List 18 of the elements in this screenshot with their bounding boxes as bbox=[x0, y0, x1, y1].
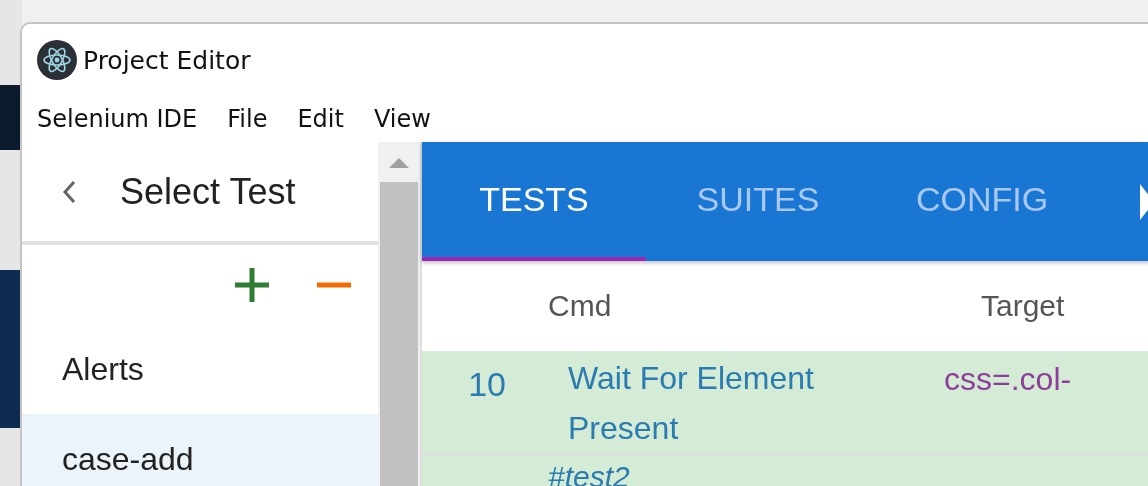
sidebar-title: Select Test bbox=[120, 170, 296, 213]
target-cell-text: css=.col- bbox=[944, 360, 1072, 398]
test-list-item[interactable]: case-add bbox=[22, 414, 378, 486]
column-header: Cmd bbox=[548, 289, 613, 323]
back-icon[interactable] bbox=[62, 179, 76, 204]
command-cell-text: Wait For Element Present bbox=[568, 359, 815, 448]
column-header: Target bbox=[981, 289, 1065, 323]
menu-item[interactable]: View bbox=[373, 105, 431, 133]
atom-icon bbox=[37, 40, 77, 80]
scrollbar[interactable] bbox=[378, 142, 420, 486]
menu-item[interactable]: Edit bbox=[297, 105, 344, 133]
test-list-item[interactable]: Alerts bbox=[22, 324, 378, 414]
command-row[interactable]: 10 Wait For Element Present css=.col- bbox=[422, 351, 1148, 456]
menu-item[interactable]: Selenium IDE bbox=[37, 105, 198, 133]
row-number: 10 bbox=[467, 364, 506, 404]
tab[interactable]: TESTS bbox=[422, 142, 646, 261]
menu-item[interactable]: File bbox=[227, 105, 268, 133]
window-title: Project Editor bbox=[83, 45, 251, 75]
